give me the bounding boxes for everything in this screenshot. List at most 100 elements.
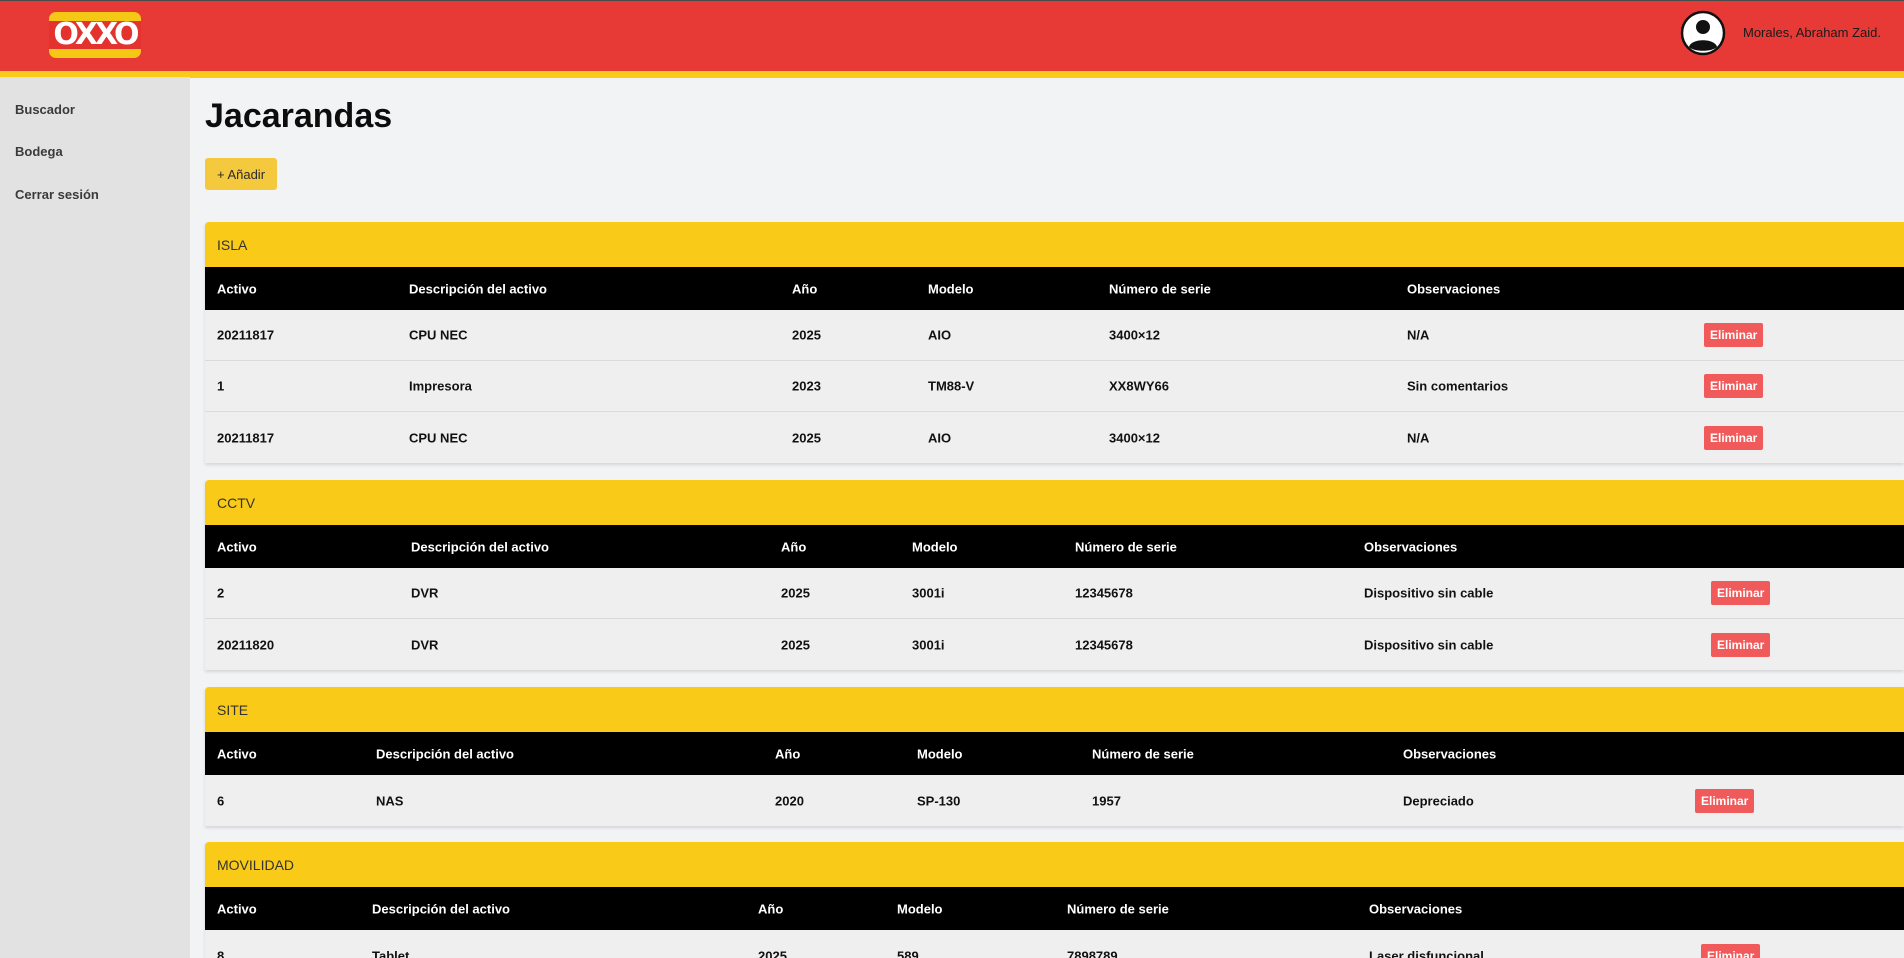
sidebar-item-cerrar-sesion[interactable]: Cerrar sesión xyxy=(15,187,99,202)
column-header-activo: Activo xyxy=(217,281,257,296)
cell-anio: 2025 xyxy=(781,637,810,652)
column-header-descripcion: Descripción del activo xyxy=(372,901,510,916)
cell-descripcion: Tablet xyxy=(372,948,410,958)
column-header-anio: Año xyxy=(775,746,801,761)
cell-modelo: 3001i xyxy=(912,585,945,601)
cell-modelo: 3001i xyxy=(912,637,945,652)
column-header-anio: Año xyxy=(792,281,818,296)
cell-observaciones: N/A xyxy=(1407,430,1430,445)
cell-modelo: AIO xyxy=(928,327,952,343)
column-header-serie: Número de serie xyxy=(1075,539,1177,554)
table-row: 1 Impresora 2023 TM88-V XX8WY66 Sin comentari… xyxy=(205,361,1904,412)
oxxo-logo[interactable]: OXXO xyxy=(49,12,141,58)
sidebar-item-bodega[interactable]: Bodega xyxy=(15,144,63,159)
section-cctv: CCTV Activo Descripción del activo Año Model… xyxy=(205,480,1904,670)
section-site: SITE Activo Descripción del activo Año Model… xyxy=(205,687,1904,826)
cell-observaciones: N/A xyxy=(1407,327,1430,343)
cell-descripcion: DVR xyxy=(411,637,439,652)
cell-serie: 12345678 xyxy=(1075,637,1133,652)
table-row: 2 DVR 2025 3001i 12345678 Dispositivo sin cab… xyxy=(205,568,1904,619)
cell-descripcion: CPU NEC xyxy=(409,430,468,445)
cell-descripcion: NAS xyxy=(376,793,404,808)
cell-serie: 3400×12 xyxy=(1109,327,1160,343)
cell-anio: 2020 xyxy=(775,793,804,808)
cell-activo: 1 xyxy=(217,378,225,394)
cell-descripcion: DVR xyxy=(411,585,439,601)
cell-activo: 6 xyxy=(217,793,225,808)
delete-button[interactable]: Eliminar xyxy=(1695,788,1755,813)
table-row: 20211817 CPU NEC 2025 AIO 3400×12 N/A Eliminar xyxy=(205,310,1904,361)
section-title: CCTV xyxy=(205,480,1904,525)
section-title: ISLA xyxy=(205,222,1904,267)
column-header-serie: Número de serie xyxy=(1109,281,1211,296)
user-avatar-icon[interactable] xyxy=(1680,10,1726,56)
cell-anio: 2023 xyxy=(792,378,821,394)
cell-activo: 8 xyxy=(217,948,225,958)
column-header-modelo: Modelo xyxy=(917,746,963,761)
cell-descripcion: Impresora xyxy=(409,378,472,394)
table-row: 8 Tablet 2025 589 7898789 Laser disfuncional E… xyxy=(205,930,1904,958)
cell-anio: 2025 xyxy=(792,327,821,343)
cell-activo: 20211820 xyxy=(217,637,275,652)
cell-activo: 20211817 xyxy=(217,430,275,445)
column-header-serie: Número de serie xyxy=(1067,901,1169,916)
table-header: Activo Descripción del activo Año Modelo Núm… xyxy=(205,267,1904,310)
column-header-observaciones: Observaciones xyxy=(1364,539,1458,554)
column-header-anio: Año xyxy=(781,539,807,554)
sidebar-item-buscador[interactable]: Buscador xyxy=(15,102,75,117)
cell-observaciones: Dispositivo sin cable xyxy=(1364,585,1494,601)
cell-serie: 7898789 xyxy=(1067,948,1118,958)
table-row: 6 NAS 2020 SP-130 1957 Depreciado Eliminar xyxy=(205,775,1904,826)
table-row: 20211817 CPU NEC 2025 AIO 3400×12 N/A Eliminar xyxy=(205,412,1904,463)
column-header-activo: Activo xyxy=(217,901,257,916)
table-row: 20211820 DVR 2025 3001i 12345678 Dispositivo … xyxy=(205,619,1904,670)
cell-serie: 3400×12 xyxy=(1109,430,1160,445)
column-header-descripcion: Descripción del activo xyxy=(411,539,549,554)
table-header: Activo Descripción del activo Año Modelo Núm… xyxy=(205,732,1904,775)
column-header-observaciones: Observaciones xyxy=(1403,746,1497,761)
page-title: Jacarandas xyxy=(205,97,393,135)
delete-button[interactable]: Eliminar xyxy=(1701,943,1761,958)
cell-observaciones: Sin comentarios xyxy=(1407,378,1509,394)
cell-observaciones: Depreciado xyxy=(1403,793,1474,808)
column-header-descripcion: Descripción del activo xyxy=(376,746,514,761)
table-header: Activo Descripción del activo Año Modelo Núm… xyxy=(205,525,1904,568)
column-header-activo: Activo xyxy=(217,539,257,554)
cell-observaciones: Laser disfuncional xyxy=(1369,948,1484,958)
column-header-modelo: Modelo xyxy=(912,539,958,554)
column-header-anio: Año xyxy=(758,901,784,916)
table-header: Activo Descripción del activo Año Modelo Núm… xyxy=(205,887,1904,930)
add-button[interactable]: + Añadir xyxy=(205,158,277,190)
delete-button[interactable]: Eliminar xyxy=(1704,425,1764,450)
cell-modelo: AIO xyxy=(928,430,952,445)
cell-descripcion: CPU NEC xyxy=(409,327,468,343)
cell-anio: 2025 xyxy=(792,430,821,445)
cell-modelo: TM88-V xyxy=(928,378,975,394)
cell-serie: 12345678 xyxy=(1075,585,1133,601)
header-stripe xyxy=(0,71,1904,78)
column-header-observaciones: Observaciones xyxy=(1369,901,1463,916)
cell-anio: 2025 xyxy=(758,948,787,958)
top-header: OXXO Morales, Abraham Zaid. xyxy=(0,0,1904,78)
cell-serie: XX8WY66 xyxy=(1109,378,1169,394)
column-header-activo: Activo xyxy=(217,746,257,761)
section-title: MOVILIDAD xyxy=(205,842,1904,887)
cell-activo: 20211817 xyxy=(217,327,275,343)
column-header-modelo: Modelo xyxy=(897,901,943,916)
logo-text: OXXO xyxy=(53,17,139,52)
delete-button[interactable]: Eliminar xyxy=(1711,632,1771,657)
user-name[interactable]: Morales, Abraham Zaid. xyxy=(1743,25,1881,40)
delete-button[interactable]: Eliminar xyxy=(1711,581,1771,605)
cell-activo: 2 xyxy=(217,585,225,601)
section-movilidad: MOVILIDAD Activo Descripción del activo Año… xyxy=(205,842,1904,958)
column-header-observaciones: Observaciones xyxy=(1407,281,1501,296)
sidebar: Buscador Bodega Cerrar sesión xyxy=(0,77,190,958)
delete-button[interactable]: Eliminar xyxy=(1704,323,1764,347)
cell-serie: 1957 xyxy=(1092,793,1121,808)
cell-anio: 2025 xyxy=(781,585,810,601)
delete-button[interactable]: Eliminar xyxy=(1704,374,1764,398)
section-isla: ISLA Activo Descripción del activo Año Model… xyxy=(205,222,1904,463)
cell-modelo: 589 xyxy=(897,948,919,958)
column-header-descripcion: Descripción del activo xyxy=(409,281,547,296)
section-title: SITE xyxy=(205,687,1904,732)
